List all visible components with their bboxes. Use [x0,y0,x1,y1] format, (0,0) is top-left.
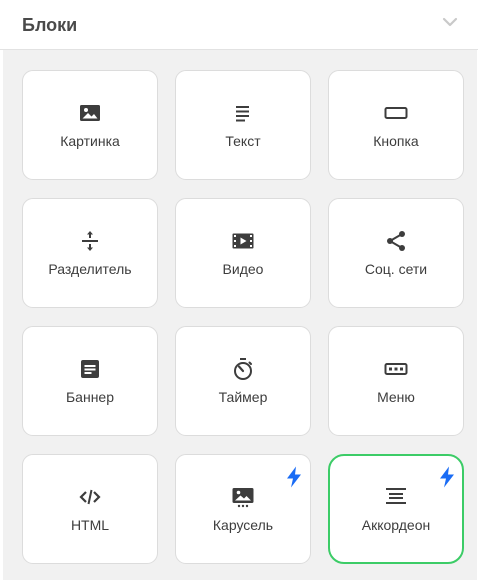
block-tile-menu[interactable]: Меню [328,326,464,436]
panel-title: Блоки [22,15,78,35]
block-tile-label: Кнопка [373,133,419,149]
video-icon [231,229,255,253]
block-tile-label: Меню [377,389,415,405]
chevron-down-icon[interactable] [441,13,459,31]
block-tile-label: Разделитель [48,261,132,277]
banner-icon [78,357,102,381]
block-tile-button[interactable]: Кнопка [328,70,464,180]
block-tile-image[interactable]: Картинка [22,70,158,180]
button-icon [384,101,408,125]
lightning-bolt-icon [439,466,455,488]
block-tile-accordion[interactable]: Аккордеон [328,454,464,564]
divider-icon [78,229,102,253]
block-tile-video[interactable]: Видео [175,198,311,308]
image-icon [78,101,102,125]
block-tile-label: Картинка [60,133,120,149]
blocks-panel: Блоки Картинка Текст Кнопка Разделитель Виде… [0,0,478,580]
block-tile-label: Аккордеон [361,517,431,533]
menu-icon [384,357,408,381]
block-tile-share[interactable]: Соц. сети [328,198,464,308]
text-icon [231,101,255,125]
block-tile-label: Таймер [218,389,268,405]
panel-header[interactable]: Блоки [0,0,478,50]
block-tile-label: Соц. сети [364,261,428,277]
block-tile-label: Текст [225,133,261,149]
block-tile-code[interactable]: HTML [22,454,158,564]
block-tile-label: HTML [70,517,110,533]
block-tile-carousel[interactable]: Карусель [175,454,311,564]
block-tile-divider[interactable]: Разделитель [22,198,158,308]
accordion-icon [384,485,408,509]
timer-icon [231,357,255,381]
blocks-grid: Картинка Текст Кнопка Разделитель Видео Соц. … [22,70,464,564]
block-tile-label: Видео [222,261,264,277]
block-tile-banner[interactable]: Баннер [22,326,158,436]
block-tile-text[interactable]: Текст [175,70,311,180]
carousel-icon [231,485,255,509]
blocks-area: Картинка Текст Кнопка Разделитель Видео Соц. … [3,50,477,580]
share-icon [384,229,408,253]
block-tile-label: Карусель [212,517,274,533]
lightning-bolt-icon [286,466,302,488]
block-tile-timer[interactable]: Таймер [175,326,311,436]
code-icon [78,485,102,509]
block-tile-label: Баннер [65,389,114,405]
